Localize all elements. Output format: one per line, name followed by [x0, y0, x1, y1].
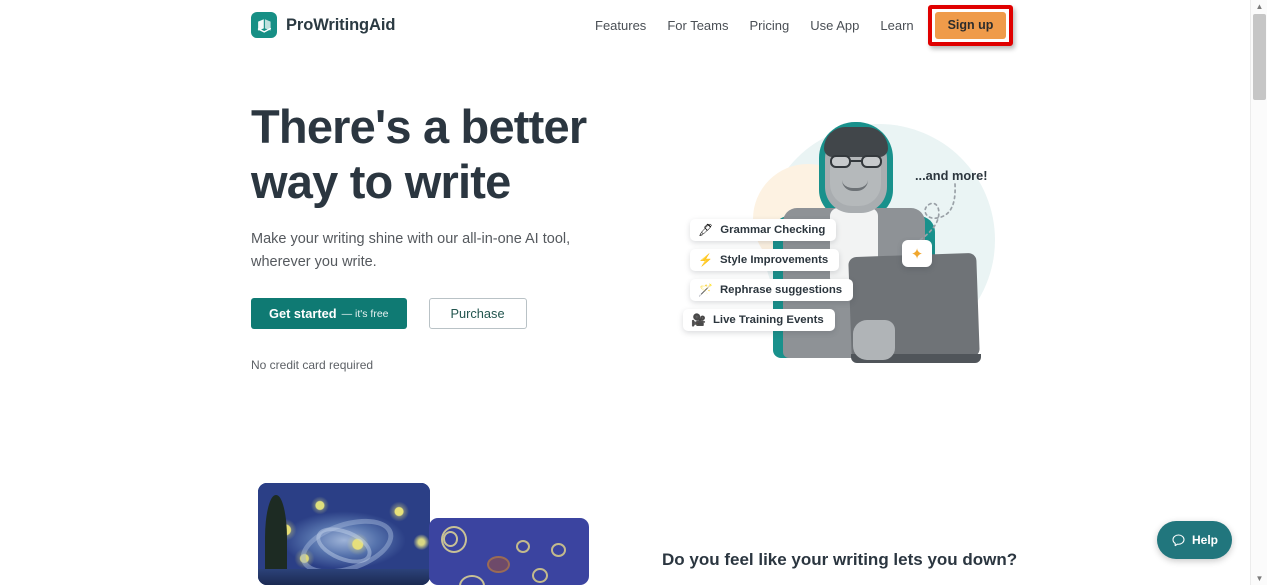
- nav-link-for-teams[interactable]: For Teams: [667, 16, 728, 36]
- feature-badge-label: Rephrase suggestions: [719, 284, 843, 296]
- site-header: ProWritingAid Features For Teams Pricing…: [0, 0, 1250, 50]
- purchase-button[interactable]: Purchase: [428, 298, 527, 329]
- person-hand: [853, 320, 895, 360]
- sparkles-icon: ✦: [902, 240, 932, 267]
- scroll-up-arrow-icon[interactable]: ▲: [1251, 0, 1267, 13]
- spiral-doodle: [459, 575, 485, 585]
- vertical-scrollbar[interactable]: ▲ ▼: [1250, 0, 1267, 585]
- nav-link-features[interactable]: Features: [595, 16, 646, 36]
- nav-link-learn[interactable]: Learn: [880, 16, 913, 36]
- spiral-doodle: [443, 531, 458, 547]
- scrollbar-thumb[interactable]: [1253, 14, 1266, 100]
- get-started-button[interactable]: Get started — it's free: [251, 298, 407, 329]
- spiral-doodle: [516, 540, 530, 553]
- feature-badge-rephrase-suggestions: 🪄 Rephrase suggestions: [690, 279, 854, 301]
- hero-subtitle: Make your writing shine with our all-in-…: [251, 231, 571, 271]
- scroll-down-arrow-icon[interactable]: ▼: [1251, 572, 1267, 585]
- help-widget-label: Help: [1191, 533, 1218, 547]
- person-hair: [824, 127, 888, 157]
- section-heading: Do you feel like your writing lets you d…: [662, 550, 1018, 569]
- feature-badge-label: Live Training Events: [712, 314, 824, 326]
- feature-badge-label: Grammar Checking: [720, 224, 826, 236]
- feature-badge-style-improvements: ⚡ Style Improvements: [690, 249, 840, 271]
- and-more-annotation: ...and more!: [915, 168, 988, 183]
- sign-up-highlight-box: Sign up: [928, 5, 1013, 46]
- brand-logo[interactable]: ProWritingAid: [251, 12, 395, 38]
- no-credit-card-note: No credit card required: [251, 358, 374, 372]
- get-started-label: Get started: [269, 306, 337, 321]
- starry-night-painting: [258, 483, 430, 585]
- fountain-pen-icon: 🖋: [698, 223, 714, 237]
- glasses-icon: [830, 155, 882, 168]
- main-navigation: Features For Teams Pricing Use App Learn…: [595, 15, 970, 37]
- nav-link-use-app[interactable]: Use App: [810, 16, 859, 36]
- lightning-bolt-icon: ⚡: [698, 253, 713, 267]
- feature-badge-grammar-checking: 🖋 Grammar Checking: [690, 219, 837, 241]
- book-pages-icon: [251, 12, 277, 38]
- magic-wand-icon: 🪄: [698, 283, 713, 297]
- chat-bubble-icon: [1172, 533, 1185, 546]
- feature-badge-label: Style Improvements: [719, 254, 829, 266]
- film-camera-icon: 🎥: [691, 313, 706, 327]
- spiral-doodle: [532, 568, 548, 583]
- hero-cta-row: Get started — it's free Purchase: [251, 298, 527, 329]
- feature-badge-live-training-events: 🎥 Live Training Events: [683, 309, 835, 331]
- nav-link-pricing[interactable]: Pricing: [749, 16, 789, 36]
- blue-doodle-panel: [429, 518, 589, 585]
- get-started-suffix: — it's free: [341, 307, 389, 320]
- village-skyline: [258, 568, 430, 585]
- hero-illustration: 🖋 Grammar Checking ⚡ Style Improvements …: [655, 108, 1015, 378]
- brand-name: ProWritingAid: [286, 15, 396, 34]
- sign-up-button[interactable]: Sign up: [935, 12, 1006, 39]
- spiral-doodle: [487, 556, 510, 573]
- hero-title: There's a better way to write: [251, 100, 587, 208]
- spiral-doodle: [551, 543, 566, 557]
- browser-page: ProWritingAid Features For Teams Pricing…: [0, 0, 1267, 585]
- help-widget-button[interactable]: Help: [1157, 521, 1232, 559]
